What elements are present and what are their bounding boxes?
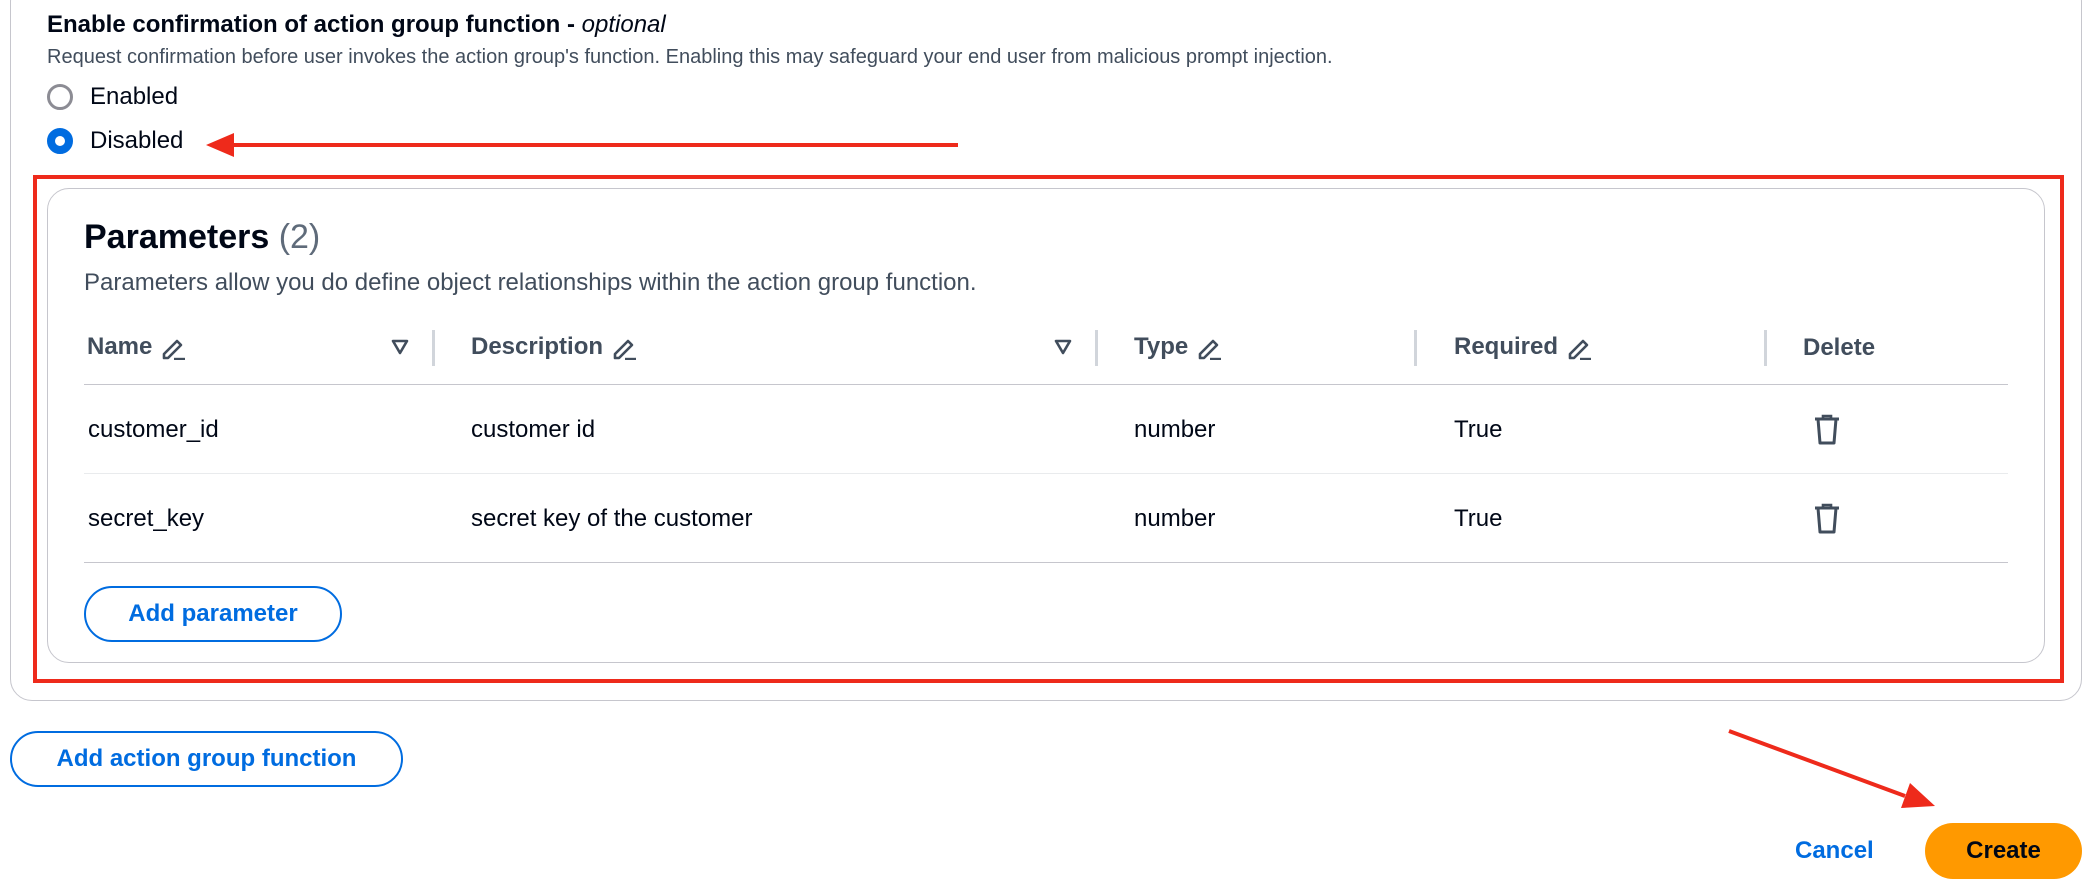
annotation-arrows (206, 133, 1935, 808)
arrow-annotation (206, 133, 958, 157)
arrow-annotation (1728, 729, 1935, 808)
